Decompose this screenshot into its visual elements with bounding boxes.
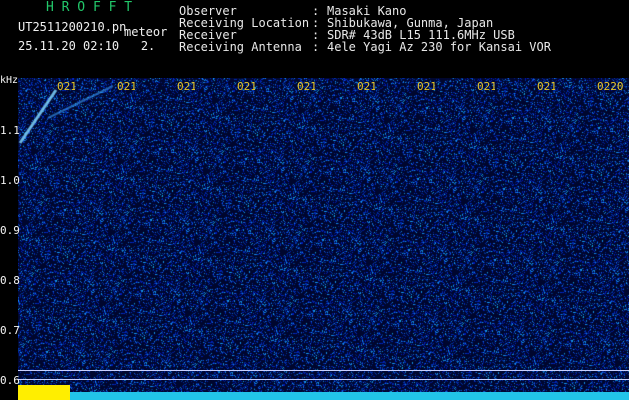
spectrogram — [18, 78, 629, 400]
y-unit-label: kHz — [0, 75, 19, 86]
x-tick-label: 021 — [537, 81, 555, 92]
x-tick-label: 021 — [177, 81, 195, 92]
level-meter-peak — [18, 385, 70, 400]
x-tick-label: 021 — [357, 81, 375, 92]
x-tick-label: 021 — [117, 81, 135, 92]
x-tick-label: 021 — [477, 81, 495, 92]
reference-line — [18, 379, 629, 380]
meteor-label: meteor — [124, 25, 168, 39]
x-tick-label: 021 — [417, 81, 435, 92]
app-title: H R O F F T — [46, 0, 133, 15]
y-tick-label: 1.1 — [0, 124, 20, 137]
level-meter — [18, 383, 629, 400]
y-tick-label: 1.0 — [0, 174, 20, 187]
x-tick-label: 021 — [57, 81, 75, 92]
y-tick-label: 0.9 — [0, 224, 20, 237]
spectrogram-canvas — [18, 78, 629, 400]
y-tick-label: 0.6 — [0, 374, 20, 387]
info-label-antenna: Receiving Antenna — [179, 40, 302, 54]
file-name: UT2511200210.pn — [18, 20, 127, 34]
info-value-antenna: 4ele Yagi Az 230 for Kansai VOR — [327, 40, 551, 54]
info-sep: : — [312, 40, 320, 54]
y-tick-label: 0.7 — [0, 324, 20, 337]
y-tick-label: 0.8 — [0, 274, 20, 287]
timestamp: 25.11.20 02:10 2. — [18, 39, 156, 53]
x-tick-label: 0220 — [597, 81, 624, 92]
level-meter-baseline — [70, 392, 629, 400]
header: H R O F F T UT2511200210.pn meteor 25.11… — [0, 0, 629, 78]
reference-line — [18, 370, 629, 371]
x-tick-label: 021 — [297, 81, 315, 92]
x-tick-label: 021 — [237, 81, 255, 92]
